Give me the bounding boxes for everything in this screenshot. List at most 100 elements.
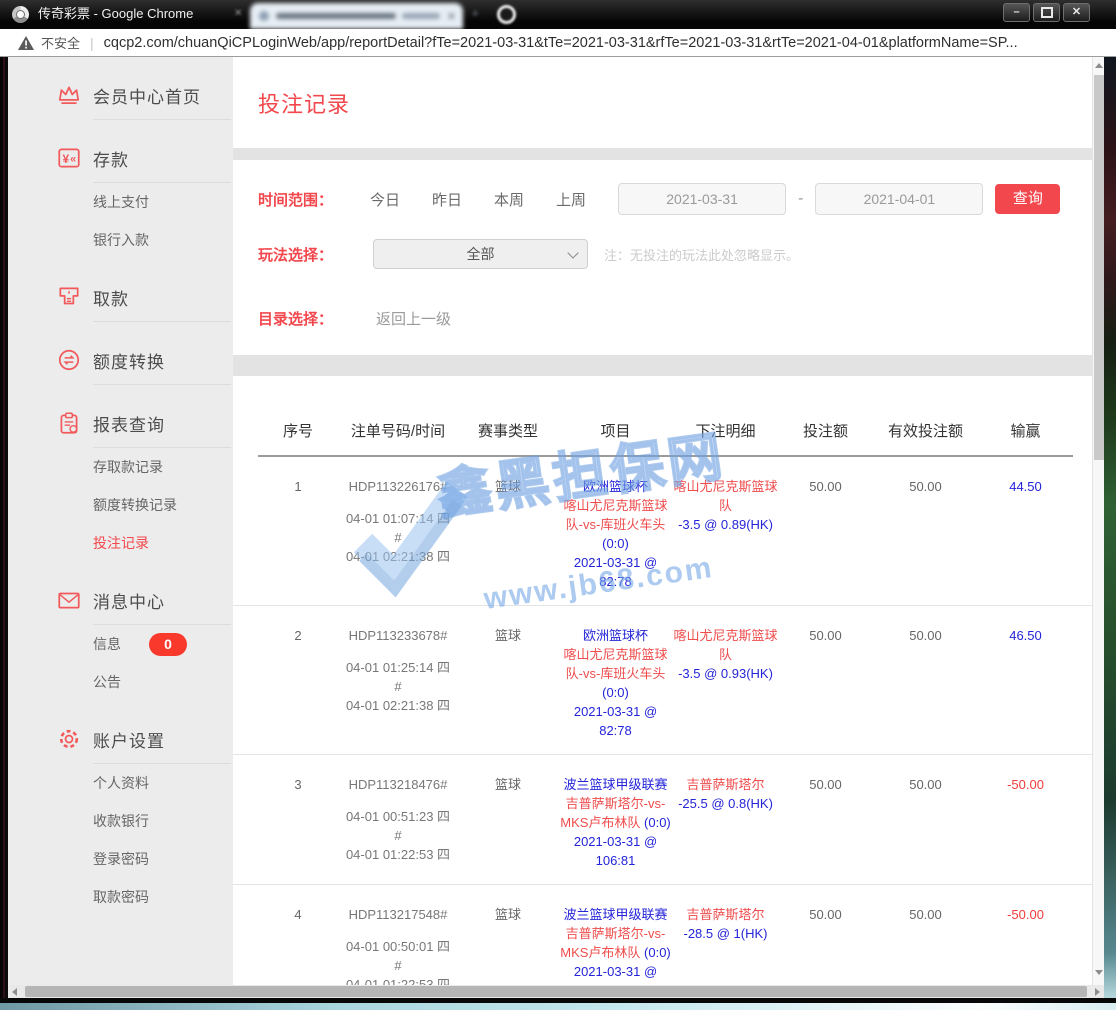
bet-time-separator: #: [338, 528, 458, 547]
filter-today[interactable]: 今日: [370, 189, 400, 210]
sidebar-item-login-password[interactable]: 登录密码: [8, 840, 233, 878]
vertical-scrollbar[interactable]: [1092, 57, 1104, 985]
filters-panel: 时间范围： 今日 昨日 本周 上周 2021-03-31 - 2021-04-0…: [233, 160, 1092, 355]
divider: [93, 321, 231, 322]
final-score: 2021-03-31 @ 82:78: [558, 702, 673, 740]
bet-number: HDP113218476#: [338, 775, 458, 794]
sidebar-item-receiving-bank[interactable]: 收款银行: [8, 802, 233, 840]
match-teams: 喀山尤尼克斯篮球队-vs-库班火车头: [563, 647, 667, 681]
blurred-tab-title: [276, 13, 396, 19]
sidebar-item-label: 存款: [93, 146, 129, 171]
scroll-right-arrow-icon[interactable]: [1095, 988, 1100, 996]
horizontal-scrollbar-thumb[interactable]: [25, 986, 1087, 997]
cell-bet-detail: 喀山尤尼克斯篮球队 -3.5 @ 0.93(HK): [673, 626, 778, 740]
date-from-input[interactable]: 2021-03-31: [618, 183, 786, 215]
taskbar-strip: [0, 1003, 1116, 1010]
cell-seq: 3: [258, 775, 338, 870]
title-bar: 传奇彩票 - Google Chrome ✕ ✕ + – ✕: [0, 0, 1116, 29]
back-up-level-link[interactable]: 返回上一级: [376, 308, 451, 329]
bet-time-separator: #: [338, 826, 458, 845]
address-bar[interactable]: 不安全 | cqcp2.com/chuanQiCPLoginWeb/app/re…: [0, 29, 1116, 57]
chrome-logo-icon: [12, 6, 29, 23]
sidebar-item-reports[interactable]: 报表查询: [8, 401, 233, 445]
league-name: 波兰篮球甲级联赛: [558, 775, 673, 794]
close-button[interactable]: ✕: [1063, 3, 1090, 22]
deposit-icon: ¥«: [54, 144, 84, 172]
window-right-border: [1104, 57, 1116, 1010]
sidebar-item-deposit-bank[interactable]: 银行入款: [8, 221, 233, 259]
not-secure-label: 不安全: [41, 33, 80, 52]
blurred-tab-close-icon[interactable]: ✕: [234, 8, 242, 19]
cell-bet-number-time: HDP113218476# 04-01 00:51:23 四 # 04-01 0…: [338, 775, 458, 870]
window-controls: – ✕: [1003, 3, 1090, 22]
play-type-value: 全部: [467, 246, 495, 262]
play-type-select[interactable]: 全部: [373, 239, 588, 269]
blurred-plus-icon[interactable]: +: [472, 8, 478, 20]
sidebar-item-bet-records[interactable]: 投注记录: [8, 524, 233, 562]
url-text[interactable]: cqcp2.com/chuanQiCPLoginWeb/app/reportDe…: [104, 35, 1018, 51]
sidebar-item-deposit[interactable]: ¥« 存款: [8, 136, 233, 180]
cell-win-loss: 46.50: [978, 626, 1073, 740]
sidebar-item-transfer-records[interactable]: 额度转换记录: [8, 486, 233, 524]
query-button[interactable]: 查询: [995, 184, 1060, 214]
cell-win-loss: -50.00: [978, 905, 1073, 985]
sidebar-item-label: 会员中心首页: [93, 83, 201, 108]
league-name: 欧洲篮球杯: [558, 477, 673, 496]
svg-text:¥: ¥: [63, 152, 70, 166]
time-range-row: 时间范围： 今日 昨日 本周 上周 2021-03-31 - 2021-04-0…: [258, 183, 1060, 215]
cell-bet-number-time: HDP113233678# 04-01 01:25:14 四 # 04-01 0…: [338, 626, 458, 740]
bet-time-start: 04-01 01:25:14 四: [338, 658, 458, 677]
sidebar-item-withdraw-password[interactable]: 取款密码: [8, 878, 233, 916]
tab-favicon: [259, 11, 269, 21]
withdraw-icon: [54, 283, 84, 311]
sidebar-item-transfer[interactable]: 额度转换: [8, 338, 233, 382]
cell-bet-detail: 喀山尤尼克斯篮球队 -3.5 @ 0.89(HK): [673, 477, 778, 591]
cell-seq: 1: [258, 477, 338, 591]
play-type-note: 注：无投注的玩法此处忽略显示。: [604, 245, 799, 264]
bet-records-table-panel: 序号 注单号码/时间 赛事类型 项目 下注明细 投注额 有效投注额 输赢 1 H…: [233, 376, 1092, 985]
bet-time-start: 04-01 00:51:23 四: [338, 807, 458, 826]
message-count-badge: 0: [149, 633, 187, 656]
table-row: 4 HDP113217548# 04-01 00:50:01 四 # 04-01…: [233, 885, 1092, 985]
half-score: (0:0): [644, 945, 671, 960]
date-to-input[interactable]: 2021-04-01: [815, 183, 983, 215]
minimize-button[interactable]: –: [1003, 3, 1030, 22]
sidebar-item-notices[interactable]: 公告: [8, 663, 233, 701]
col-sport-type: 赛事类型: [458, 420, 558, 441]
directory-label: 目录选择：: [258, 308, 370, 329]
vertical-scrollbar-thumb[interactable]: [1094, 75, 1104, 460]
main-content: 投注记录 时间范围： 今日 昨日 本周 上周 2021-03-31 - 2021…: [233, 57, 1092, 985]
sidebar-item-label: 取款: [93, 285, 129, 310]
horizontal-scrollbar[interactable]: [8, 985, 1104, 998]
maximize-button[interactable]: [1033, 3, 1060, 22]
bet-time-settle: 04-01 01:22:53 四: [338, 845, 458, 864]
sidebar-item-withdraw[interactable]: 取款: [8, 275, 233, 319]
filter-yesterday[interactable]: 昨日: [432, 189, 462, 210]
col-stake: 投注额: [778, 420, 873, 441]
bet-number: HDP113217548#: [338, 905, 458, 924]
filter-last-week[interactable]: 上周: [556, 189, 586, 210]
half-score: (0:0): [602, 685, 629, 700]
scroll-up-arrow-icon[interactable]: [1095, 63, 1103, 68]
cell-sport: 篮球: [458, 905, 558, 985]
pick-team: 吉普萨斯塔尔: [673, 905, 778, 924]
blurred-tab-title2: [402, 13, 440, 19]
sidebar-item-deposit-online[interactable]: 线上支付: [8, 183, 233, 221]
sidebar-item-profile[interactable]: 个人资料: [8, 764, 233, 802]
circle-tab-icon[interactable]: [497, 5, 516, 24]
blurred-browser-tab[interactable]: ✕: [250, 3, 463, 29]
filter-this-week[interactable]: 本周: [494, 189, 524, 210]
cell-valid-stake: 50.00: [873, 477, 978, 591]
browser-window: 传奇彩票 - Google Chrome ✕ ✕ + – ✕ 不安全 | cqc…: [0, 0, 1116, 1010]
sidebar-item-settings[interactable]: 账户设置: [8, 717, 233, 761]
scroll-left-arrow-icon[interactable]: [12, 988, 17, 996]
window-left-border: [0, 57, 8, 1010]
scroll-down-arrow-icon[interactable]: [1095, 970, 1103, 975]
cell-valid-stake: 50.00: [873, 626, 978, 740]
sidebar-item-home[interactable]: 会员中心首页: [8, 73, 233, 117]
sidebar-item-deposit-withdraw-records[interactable]: 存取款记录: [8, 448, 233, 486]
tab-close-icon[interactable]: ✕: [447, 10, 456, 23]
sidebar-item-messages[interactable]: 消息中心: [8, 578, 233, 622]
date-range-dash: -: [798, 190, 803, 208]
sidebar-item-messages-info[interactable]: 信息 0: [8, 625, 233, 663]
